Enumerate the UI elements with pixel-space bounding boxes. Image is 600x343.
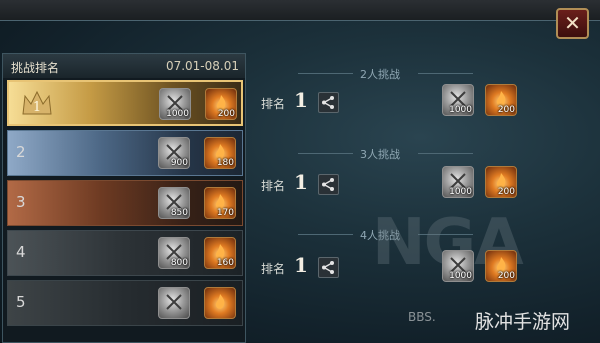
ranking-dates: 07.01-08.01 — [165, 59, 239, 73]
divider-line — [298, 234, 353, 235]
rank-label: 排名 — [261, 97, 286, 111]
brand-watermark: 脉冲手游网 — [475, 311, 571, 333]
svg-text:1: 1 — [33, 100, 41, 115]
share-button[interactable] — [318, 92, 339, 113]
share-button[interactable] — [318, 257, 339, 278]
rank-value: 1 — [294, 170, 308, 194]
ranking-row-1[interactable]: 1 1000 200 — [7, 80, 243, 126]
silver-coin-item[interactable]: 1000 — [442, 250, 474, 282]
fire-item[interactable]: 160 — [204, 237, 236, 269]
share-icon — [322, 178, 334, 191]
silver-count: 900 — [170, 158, 188, 168]
silver-count: 1000 — [166, 109, 189, 119]
fire-count: 180 — [216, 158, 234, 168]
fire-item[interactable]: 200 — [485, 84, 517, 116]
divider-line — [298, 153, 353, 154]
rank-number: 5 — [16, 293, 26, 311]
rank-number: 4 — [16, 243, 26, 261]
divider-line — [418, 153, 473, 154]
silver-coin-item[interactable]: 800 — [158, 237, 190, 269]
section-title: 3人挑战 — [360, 148, 400, 161]
rank-label: 排名 — [261, 179, 286, 193]
fire-count: 160 — [216, 258, 234, 268]
fire-count: 200 — [497, 271, 515, 281]
fire-item[interactable] — [204, 287, 236, 319]
rank-value: 1 — [294, 88, 308, 112]
fire-item[interactable]: 180 — [204, 137, 236, 169]
rank-number: 3 — [16, 193, 26, 211]
silver-count: 800 — [170, 258, 188, 268]
ranking-title: 挑战排名 — [11, 61, 60, 75]
ranking-panel: 挑战排名 07.01-08.01 1 1000 200 2 900 180 3 … — [2, 53, 246, 343]
silver-count: 1000 — [449, 187, 472, 197]
share-button[interactable] — [318, 174, 339, 195]
crown-icon: 1 — [22, 90, 52, 115]
ranking-header: 挑战排名 07.01-08.01 — [3, 54, 245, 78]
fire-item[interactable]: 170 — [204, 187, 236, 219]
silver-coin-item[interactable]: 1000 — [442, 166, 474, 198]
bbs-watermark: BBS. — [408, 310, 436, 324]
share-icon — [322, 96, 334, 109]
silver-coin-item[interactable]: 900 — [158, 137, 190, 169]
ranking-row-3[interactable]: 3 850 170 — [7, 180, 243, 226]
ranking-row-4[interactable]: 4 800 160 — [7, 230, 243, 276]
silver-coin-item[interactable]: 850 — [158, 187, 190, 219]
fire-count: 170 — [216, 208, 234, 218]
top-bar — [0, 0, 600, 20]
close-button[interactable]: ✕ — [556, 8, 589, 39]
silver-count: 850 — [170, 208, 188, 218]
flame-icon — [215, 294, 225, 309]
game-screen: ✕ 挑战排名 07.01-08.01 1 1000 200 2 900 180 … — [0, 0, 600, 343]
silver-count: 1000 — [449, 105, 472, 115]
fire-item[interactable]: 200 — [205, 88, 237, 120]
silver-coin-item[interactable] — [158, 287, 190, 319]
fire-count: 200 — [217, 109, 235, 119]
ranking-row-5[interactable]: 5 — [7, 280, 243, 326]
silver-count: 1000 — [449, 271, 472, 281]
divider-line — [418, 73, 473, 74]
rank-value: 1 — [294, 253, 308, 277]
crossed-swords-icon — [166, 294, 182, 310]
rank-label: 排名 — [261, 262, 286, 276]
fire-item[interactable]: 200 — [485, 250, 517, 282]
fire-count: 200 — [497, 187, 515, 197]
ranking-row-2[interactable]: 2 900 180 — [7, 130, 243, 176]
silver-coin-item[interactable]: 1000 — [442, 84, 474, 116]
divider-line — [298, 73, 353, 74]
fire-count: 200 — [497, 105, 515, 115]
share-icon — [322, 261, 334, 274]
section-title: 2人挑战 — [360, 68, 400, 81]
close-icon: ✕ — [564, 11, 581, 35]
silver-coin-item[interactable]: 1000 — [159, 88, 191, 120]
fire-item[interactable]: 200 — [485, 166, 517, 198]
rank-number: 2 — [16, 143, 26, 161]
